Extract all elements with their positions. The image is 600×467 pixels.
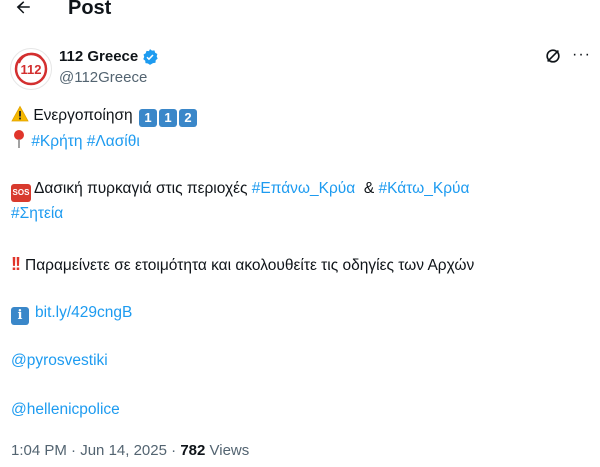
- tweet-meta: 1:04 PM · Jun 14, 2025 · 782 Views: [11, 441, 249, 461]
- verified-badge-icon: [143, 49, 158, 65]
- hashtag-lasithi[interactable]: #Λασίθι: [87, 133, 140, 150]
- information-icon: i: [11, 307, 29, 325]
- avatar-text: 112: [21, 62, 42, 77]
- fire-text: Δασική πυρκαγιά στις περιοχές: [34, 180, 248, 197]
- keycap-1-icon: 1: [138, 109, 157, 127]
- back-arrow-icon[interactable]: [14, 0, 34, 18]
- double-exclamation-icon: !!: [11, 254, 21, 274]
- advice-text: Παραμείνετε σε ετοιμότητα και ακολουθείτ…: [25, 257, 475, 274]
- hashtag-crete[interactable]: #Κρήτη: [31, 133, 82, 150]
- more-options-icon[interactable]: ···: [572, 47, 590, 64]
- author-name-row[interactable]: 112 Greece: [59, 47, 159, 67]
- activation-text: Ενεργοποίηση: [33, 107, 133, 124]
- tweet-line-location: #Κρήτη #Λασίθι: [11, 129, 140, 153]
- tweet-line-activation: Ενεργοποίηση 112: [11, 105, 197, 127]
- mention-pyrosvestiki[interactable]: @pyrosvestiki: [11, 352, 108, 369]
- tweet-line-mention-1: @pyrosvestiki: [11, 350, 108, 372]
- tweet-line-fire: SOS Δασική πυρκαγιά στις περιοχές #Επάνω_…: [11, 178, 469, 202]
- separator: ·: [71, 442, 77, 459]
- tweet-line-mention-2: @hellenicpolice: [11, 399, 120, 421]
- avatar[interactable]: 112: [10, 48, 52, 90]
- sos-icon: SOS: [11, 184, 31, 202]
- views-label: Views: [209, 442, 250, 459]
- 112-logo-icon: 112: [14, 52, 48, 86]
- tweet-line-link: i bit.ly/429cngB: [11, 302, 132, 325]
- hashtag-sitia[interactable]: #Σητεία: [11, 205, 63, 222]
- mention-hellenicpolice[interactable]: @hellenicpolice: [11, 401, 120, 418]
- tweet-line-advice: !! Παραμείνετε σε ετοιμότητα και ακολουθε…: [11, 253, 474, 277]
- post-date[interactable]: Jun 14, 2025: [80, 442, 167, 459]
- keycap-2-icon: 2: [178, 109, 197, 127]
- post-time[interactable]: 1:04 PM: [11, 442, 67, 459]
- keycap-1-icon: 1: [158, 109, 177, 127]
- warning-icon: [11, 105, 29, 122]
- grok-icon[interactable]: [544, 47, 562, 65]
- short-link[interactable]: bit.ly/429cngB: [35, 304, 132, 321]
- ampersand-text: &: [363, 180, 375, 197]
- separator: ·: [171, 442, 177, 459]
- tweet-line-sitia: #Σητεία: [11, 203, 63, 225]
- page-title: Post: [68, 0, 112, 19]
- hashtag-kato-krya[interactable]: #Κάτω_Κρύα: [379, 180, 470, 197]
- hashtag-epano-krya[interactable]: #Επάνω_Κρύα: [252, 180, 355, 197]
- top-bar: Post: [0, 0, 600, 22]
- author-name[interactable]: 112 Greece: [59, 47, 138, 67]
- author-handle[interactable]: @112Greece: [59, 69, 147, 87]
- views-count: 782: [180, 442, 206, 459]
- pushpin-icon: [14, 130, 24, 148]
